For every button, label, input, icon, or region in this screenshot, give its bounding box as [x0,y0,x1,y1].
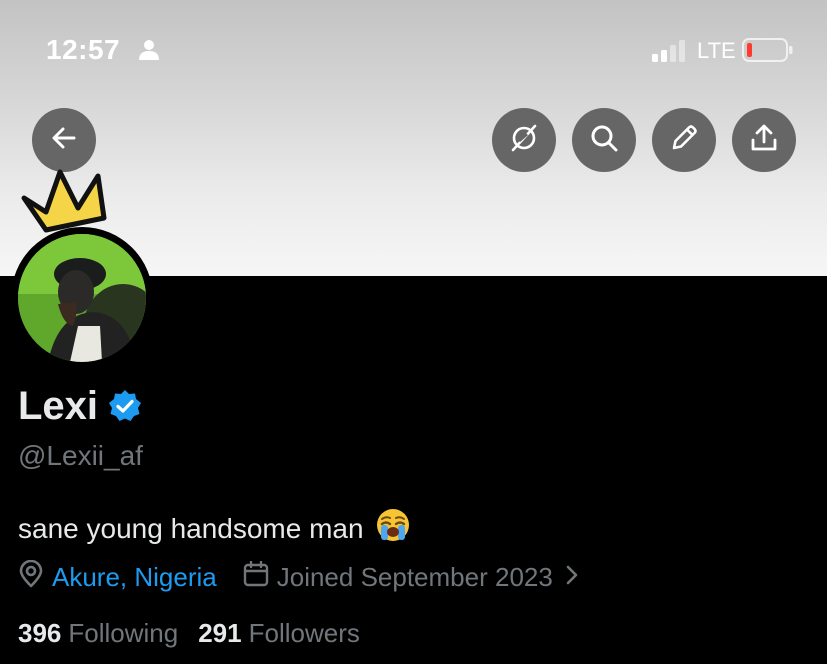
back-button[interactable] [32,108,96,172]
location-pin-icon [18,559,44,595]
search-button[interactable] [572,108,636,172]
calendar-icon [243,560,269,594]
user-handle: @Lexii_af [18,440,143,471]
pencil-icon [668,122,700,159]
grok-button[interactable] [492,108,556,172]
bio-text: sane young handsome man [18,512,364,544]
name-row: Lexi [18,384,142,429]
followers-link[interactable]: 291 Followers [198,618,360,649]
location-link[interactable]: Akure, Nigeria [52,562,217,593]
crying-face-emoji-icon [376,508,410,549]
person-icon [138,39,160,66]
status-bar: 12:57 LTE [0,0,827,100]
followers-count: 291 [198,618,242,648]
status-time: 12:57 [46,34,121,65]
profile-meta: Akure, Nigeria Joined September 2023 [18,559,579,595]
battery-icon [742,38,794,67]
verified-badge-icon[interactable] [108,389,142,428]
following-count: 396 [18,618,62,648]
display-name: Lexi [18,384,99,428]
following-link[interactable]: 396 Following [18,618,178,649]
edit-button[interactable] [652,108,716,172]
grok-icon [508,122,540,159]
network-type: LTE [697,38,736,63]
avatar[interactable] [18,234,146,362]
chevron-right-icon[interactable] [565,562,579,593]
arrow-left-icon [50,124,78,157]
search-icon [588,122,620,159]
joined-date[interactable]: Joined September 2023 [277,562,553,593]
share-button[interactable] [732,108,796,172]
bio: sane young handsome man [18,508,410,549]
follow-counts: 396 Following 291 Followers [18,618,360,649]
share-icon [748,122,780,159]
following-label: Following [68,618,179,648]
followers-label: Followers [248,618,360,648]
signal-icon [652,40,690,67]
